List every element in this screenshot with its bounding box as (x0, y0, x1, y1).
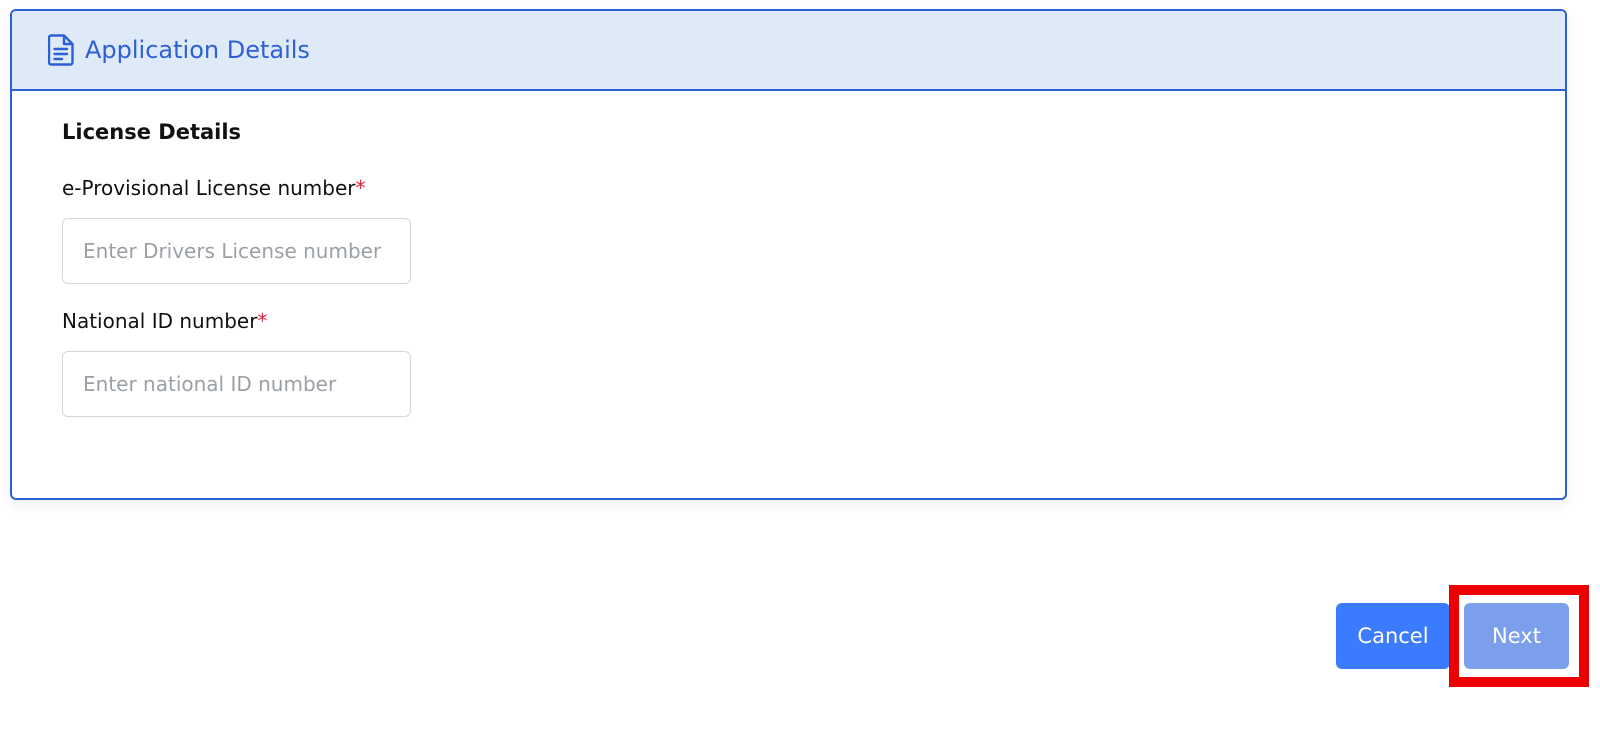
card-title: Application Details (85, 36, 310, 64)
national-id-input[interactable] (62, 351, 411, 417)
card-header: Application Details (12, 11, 1565, 91)
application-details-card: Application Details License Details e-Pr… (10, 9, 1567, 500)
national-id-label-text: National ID number (62, 309, 258, 333)
document-icon (48, 34, 74, 66)
next-button[interactable]: Next (1464, 603, 1569, 669)
provisional-license-input[interactable] (62, 218, 411, 284)
section-title: License Details (62, 120, 242, 144)
required-marker: * (257, 309, 268, 333)
provisional-license-label: e-Provisional License number* (62, 176, 366, 200)
required-marker: * (355, 176, 366, 200)
national-id-label: National ID number* (62, 309, 267, 333)
cancel-button[interactable]: Cancel (1336, 603, 1450, 669)
provisional-license-label-text: e-Provisional License number (62, 176, 356, 200)
